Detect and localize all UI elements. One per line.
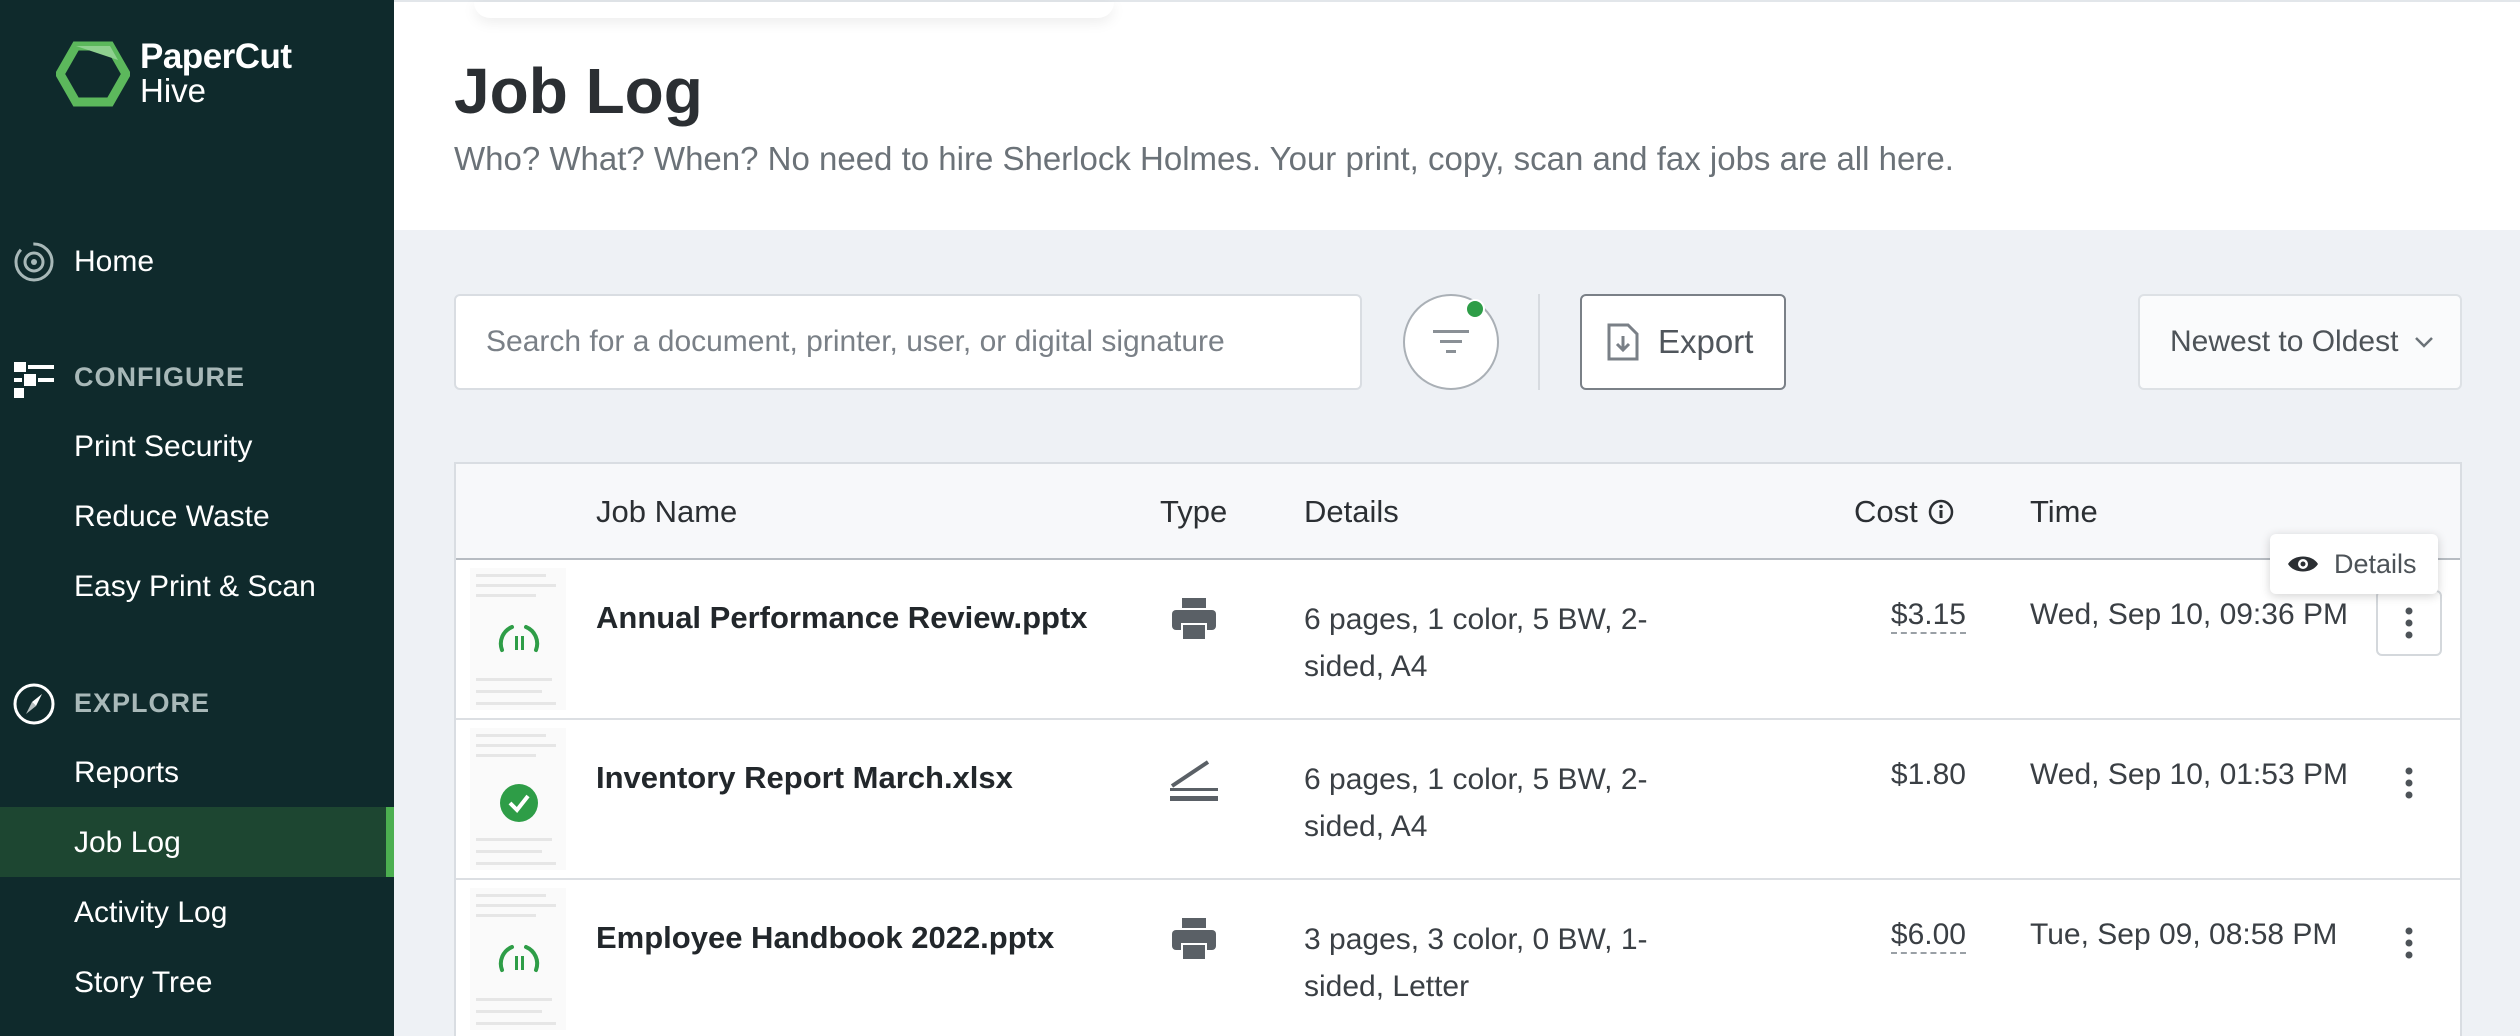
section-configure: CONFIGURE	[74, 362, 245, 392]
job-cost[interactable]: $3.15	[1890, 598, 1966, 634]
sidebar-item-reduce-waste[interactable]: Reduce Waste	[74, 500, 270, 534]
job-name[interactable]: Employee Handbook 2022.pptx	[596, 920, 1054, 956]
printer-icon	[1172, 918, 1216, 961]
table-row[interactable]: Annual Performance Review.pptx 6 pages, …	[456, 558, 2460, 722]
brand-name: PaperCut	[140, 37, 292, 76]
sidebar-item-easy-print-scan[interactable]: Easy Print & Scan	[74, 570, 316, 604]
job-details: 6 pages, 1 color, 5 BW, 2-sided, A4	[1304, 763, 1648, 843]
sort-dropdown[interactable]: Newest to Oldest	[2138, 294, 2462, 390]
table-row[interactable]: Inventory Report March.xlsx 6 pages, 1 c…	[456, 720, 2460, 880]
sidebar-item-activity-log[interactable]: Activity Log	[74, 896, 227, 930]
job-time: Wed, Sep 10, 01:53 PM	[2030, 758, 2348, 791]
job-details: 6 pages, 1 color, 5 BW, 2-sided, A4	[1304, 603, 1648, 683]
processing-spinner-icon	[498, 945, 540, 972]
kebab-menu-icon	[2405, 927, 2413, 959]
document-thumbnail	[470, 568, 566, 710]
job-time: Wed, Sep 10, 09:36 PM	[2030, 598, 2348, 631]
column-header-type[interactable]: Type	[1160, 494, 1227, 530]
sort-selected-value: Newest to Oldest	[2170, 325, 2399, 358]
eye-icon	[2288, 556, 2318, 572]
column-header-time[interactable]: Time	[2030, 494, 2098, 530]
export-label: Export	[1658, 323, 1754, 360]
tooltip-label: Details	[2334, 548, 2417, 579]
sidebar-item-job-log[interactable]: Job Log	[74, 826, 181, 860]
processing-spinner-icon	[498, 625, 540, 652]
printer-icon	[1172, 598, 1216, 641]
scan-icon	[1170, 760, 1218, 801]
page-subtitle: Who? What? When? No need to hire Sherloc…	[454, 140, 1954, 177]
compass-icon	[13, 683, 55, 725]
filter-icon	[1433, 330, 1469, 353]
configure-sliders-icon	[14, 362, 54, 398]
document-thumbnail	[470, 888, 566, 1030]
papercut-hive-logo[interactable]: PaperCut Hive	[56, 37, 292, 109]
info-icon[interactable]	[1928, 499, 1954, 525]
chevron-down-icon	[2415, 337, 2434, 348]
cost-header-label: Cost	[1854, 494, 1918, 529]
table-header: Job Name Type Details Cost Time	[456, 464, 2460, 562]
row-actions-button[interactable]	[2376, 590, 2442, 656]
job-cost: $1.80	[1890, 758, 1966, 791]
kebab-menu-icon	[2405, 767, 2413, 799]
column-header-cost[interactable]: Cost	[1854, 494, 1954, 530]
table-row[interactable]: Employee Handbook 2022.pptx 3 pages, 3 c…	[456, 880, 2460, 1036]
page-title: Job Log	[454, 55, 703, 127]
kebab-menu-icon	[2405, 607, 2413, 639]
sidebar-item-story-tree[interactable]: Story Tree	[74, 966, 212, 1000]
details-tooltip: Details	[2270, 534, 2438, 594]
header-tab-shadow	[474, 2, 1114, 18]
sidebar-item-print-security[interactable]: Print Security	[74, 430, 252, 464]
sidebar-item-home[interactable]: Home	[74, 245, 154, 279]
brand-product: Hive	[140, 72, 207, 109]
job-cost[interactable]: $6.00	[1890, 918, 1966, 954]
checkmark-circle-icon	[500, 784, 538, 822]
job-time: Tue, Sep 09, 08:58 PM	[2030, 918, 2338, 951]
job-name[interactable]: Annual Performance Review.pptx	[596, 600, 1088, 636]
job-details: 3 pages, 3 color, 0 BW, 1-sided, Letter	[1304, 923, 1648, 1003]
row-actions-button[interactable]	[2376, 750, 2442, 816]
sidebar: PaperCut Hive Home CONFIGURE Print Secur…	[0, 0, 394, 1036]
home-radar-icon	[14, 242, 54, 282]
sidebar-active-highlight	[0, 807, 394, 877]
column-header-details[interactable]: Details	[1304, 494, 1399, 530]
hexagon-logo-icon	[56, 41, 130, 107]
search-input[interactable]	[454, 294, 1362, 390]
export-button[interactable]: Export	[1580, 294, 1786, 390]
section-explore: EXPLORE	[74, 688, 211, 718]
page-header: Job Log Who? What? When? No need to hire…	[394, 0, 2520, 230]
sidebar-item-reports[interactable]: Reports	[74, 756, 179, 790]
filter-active-dot	[1465, 299, 1485, 319]
job-name[interactable]: Inventory Report March.xlsx	[596, 760, 1013, 796]
download-file-icon	[1607, 323, 1639, 361]
document-thumbnail	[470, 728, 566, 870]
active-indicator	[386, 807, 394, 877]
column-header-job-name[interactable]: Job Name	[596, 494, 737, 530]
toolbar-divider	[1538, 294, 1540, 390]
filter-button[interactable]	[1403, 294, 1499, 390]
job-log-table: Job Name Type Details Cost Time Annual P…	[454, 462, 2462, 1036]
row-actions-button[interactable]	[2376, 910, 2442, 976]
